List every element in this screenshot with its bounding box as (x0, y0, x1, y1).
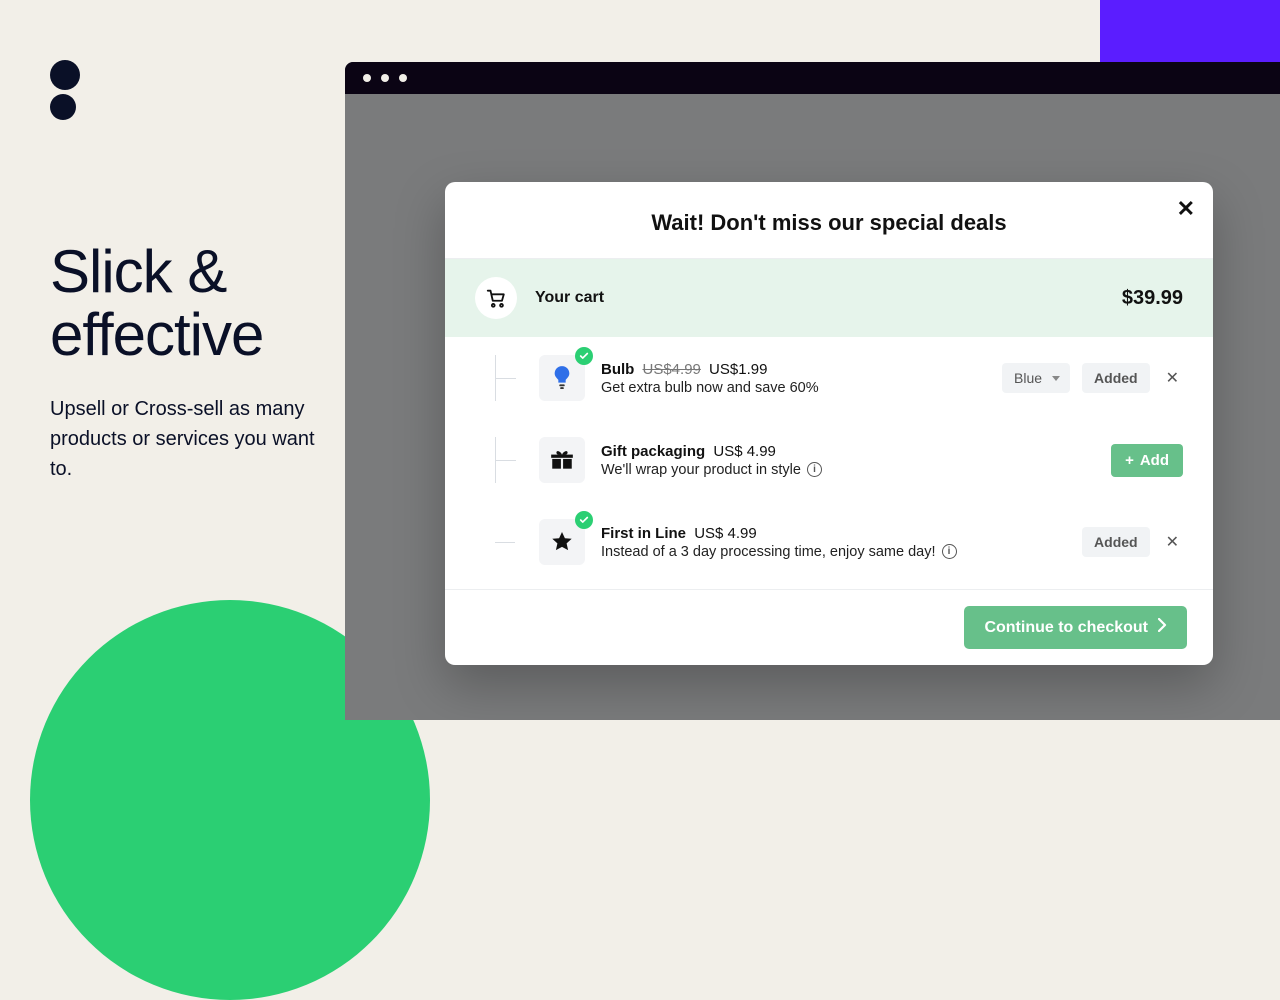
marketing-subhead: Upsell or Cross-sell as many products or… (50, 394, 330, 484)
browser-titlebar (345, 62, 1280, 94)
deal-title: Gift packaging US$ 4.99 (601, 443, 1111, 460)
chevron-right-icon (1158, 618, 1167, 637)
window-dot (399, 74, 407, 82)
cart-icon (475, 277, 517, 319)
deal-description: We'll wrap your product in style i (601, 462, 1111, 478)
marketing-panel: Slick & effective Upsell or Cross-sell a… (50, 60, 330, 484)
info-icon[interactable]: i (942, 544, 957, 559)
modal-header: Wait! Don't miss our special deals (445, 182, 1213, 259)
cart-total: $39.99 (1122, 287, 1183, 310)
deal-description: Get extra bulb now and save 60% (601, 380, 1002, 396)
checkout-button[interactable]: Continue to checkout (964, 606, 1187, 649)
add-button[interactable]: + Add (1111, 444, 1183, 477)
remove-icon[interactable]: ✕ (1162, 528, 1183, 556)
check-icon (575, 511, 593, 529)
tree-connector (495, 437, 519, 483)
remove-icon[interactable]: ✕ (1162, 364, 1183, 392)
close-icon[interactable]: ✕ (1177, 196, 1195, 222)
variant-select[interactable]: Blue (1002, 363, 1070, 393)
deal-thumbnail (539, 519, 585, 565)
deal-row: Gift packaging US$ 4.99 We'll wrap your … (495, 419, 1183, 501)
brand-logo (50, 60, 330, 120)
window-dot (363, 74, 371, 82)
modal-footer: Continue to checkout (445, 589, 1213, 665)
tree-connector (495, 355, 519, 401)
marketing-headline: Slick & effective (50, 240, 330, 366)
cart-banner: Your cart $39.99 (445, 259, 1213, 337)
info-icon[interactable]: i (807, 462, 822, 477)
browser-window: ✕ Wait! Don't miss our special deals You… (345, 62, 1280, 720)
deal-thumbnail (539, 437, 585, 483)
plus-icon: + (1125, 452, 1134, 469)
added-badge: Added (1082, 363, 1150, 393)
deal-description: Instead of a 3 day processing time, enjo… (601, 544, 1082, 560)
check-icon (575, 347, 593, 365)
deal-title: Bulb US$4.99 US$1.99 (601, 361, 1002, 378)
window-dot (381, 74, 389, 82)
deal-title: First in Line US$ 4.99 (601, 525, 1082, 542)
tree-connector (495, 519, 519, 565)
added-badge: Added (1082, 527, 1150, 557)
deal-thumbnail (539, 355, 585, 401)
deals-list: Bulb US$4.99 US$1.99 Get extra bulb now … (445, 337, 1213, 589)
cart-label: Your cart (535, 289, 604, 307)
deal-row: First in Line US$ 4.99 Instead of a 3 da… (495, 501, 1183, 583)
upsell-modal: ✕ Wait! Don't miss our special deals You… (445, 182, 1213, 665)
deal-row: Bulb US$4.99 US$1.99 Get extra bulb now … (495, 337, 1183, 419)
modal-title: Wait! Don't miss our special deals (465, 210, 1193, 236)
